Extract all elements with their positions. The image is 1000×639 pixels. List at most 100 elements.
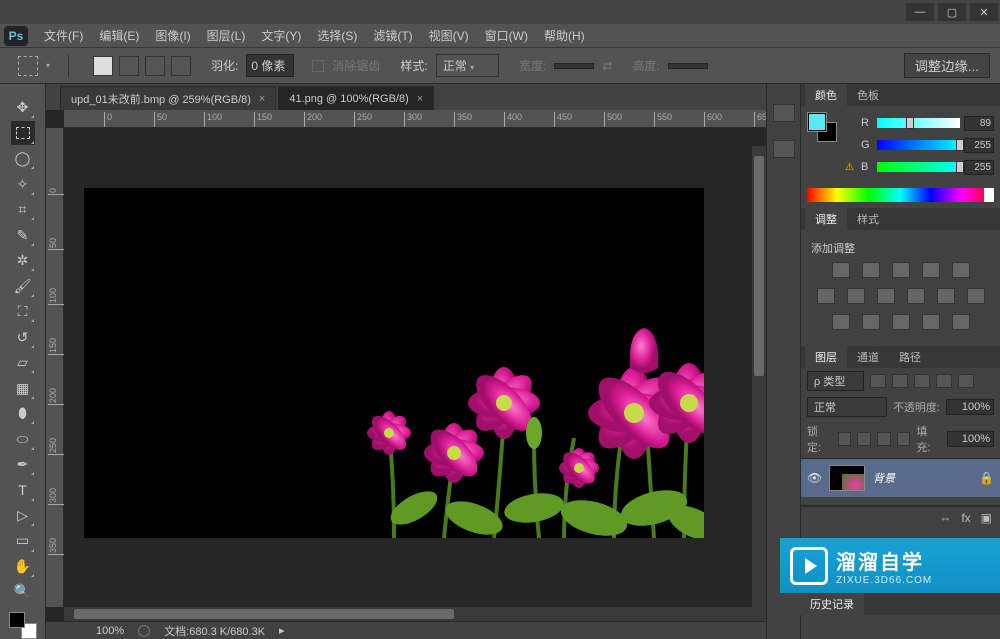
visibility-icon[interactable]: 👁 (807, 471, 821, 485)
adj-curves-icon[interactable] (892, 262, 910, 278)
filter-pixel-icon[interactable] (870, 374, 886, 388)
filter-shape-icon[interactable] (936, 374, 952, 388)
fill-value[interactable]: 100% (947, 431, 994, 447)
menu-file[interactable]: 文件(F) (36, 25, 91, 46)
foreground-swatch[interactable] (9, 612, 25, 628)
adj-threshold-icon[interactable] (892, 314, 910, 330)
adj-bw-icon[interactable] (877, 288, 895, 304)
menu-layer[interactable]: 图层(L) (199, 25, 254, 46)
adj-brightness-icon[interactable] (832, 262, 850, 278)
status-icon[interactable] (138, 625, 150, 637)
status-arrow-icon[interactable]: ▸ (279, 624, 285, 637)
ruler-vertical[interactable]: 0 50 100 150 200 250 300 350 (46, 128, 64, 607)
layer-thumbnail[interactable] (829, 465, 865, 491)
b-value[interactable]: 255 (964, 160, 994, 175)
tab-color[interactable]: 颜色 (805, 84, 847, 106)
hand-tool[interactable]: ✋ (11, 555, 35, 578)
filter-type-icon[interactable] (914, 374, 930, 388)
menu-edit[interactable]: 编辑(E) (91, 25, 147, 46)
close-button[interactable]: ✕ (970, 3, 998, 21)
r-slider[interactable] (877, 118, 960, 128)
zoom-tool[interactable]: 🔍 (11, 580, 35, 603)
g-slider[interactable] (877, 140, 960, 150)
link-layers-icon[interactable]: ⇔ (939, 511, 951, 525)
menu-view[interactable]: 视图(V) (421, 25, 477, 46)
move-tool[interactable]: ✥ (11, 96, 35, 119)
ruler-horizontal[interactable]: 0 50 100 150 200 250 300 350 400 450 500… (64, 110, 766, 128)
tab-styles[interactable]: 样式 (847, 208, 889, 230)
type-tool[interactable]: T (11, 478, 35, 501)
color-ramp[interactable] (807, 188, 994, 202)
adj-vibrance-icon[interactable] (952, 262, 970, 278)
blur-tool[interactable]: ⬮ (11, 402, 35, 425)
horizontal-scrollbar[interactable] (64, 607, 766, 621)
selection-intersect-button[interactable] (171, 56, 191, 76)
selection-add-button[interactable] (119, 56, 139, 76)
tab-layers[interactable]: 图层 (805, 346, 847, 368)
document-tab[interactable]: 41.png @ 100%(RGB/8) × (278, 86, 434, 110)
blend-mode-select[interactable]: 正常 (807, 397, 887, 417)
adj-balance-icon[interactable] (847, 288, 865, 304)
layer-item[interactable]: 👁 背景 🔒 (801, 459, 1000, 497)
filter-smart-icon[interactable] (958, 374, 974, 388)
collapsed-panel-icon[interactable] (773, 140, 795, 158)
maximize-button[interactable]: ▢ (938, 3, 966, 21)
selection-subtract-button[interactable] (145, 56, 165, 76)
adj-exposure-icon[interactable] (922, 262, 940, 278)
adj-channelmixer-icon[interactable] (937, 288, 955, 304)
adj-hue-icon[interactable] (817, 288, 835, 304)
pen-tool[interactable]: ✒ (11, 453, 35, 476)
vertical-scrollbar[interactable] (752, 146, 766, 607)
layer-name[interactable]: 背景 (873, 470, 971, 486)
zoom-level[interactable]: 100% (96, 625, 124, 637)
lasso-tool[interactable]: ◯ (11, 147, 35, 170)
document-tab[interactable]: upd_01未改前.bmp @ 259%(RGB/8) × (60, 86, 276, 110)
tab-adjustments[interactable]: 调整 (805, 208, 847, 230)
tab-history[interactable]: 历史记录 (800, 593, 864, 615)
menu-help[interactable]: 帮助(H) (536, 25, 593, 46)
adj-gradmap-icon[interactable] (922, 314, 940, 330)
lock-position-icon[interactable] (877, 432, 891, 446)
layer-fx-icon[interactable]: fx (961, 511, 970, 525)
close-tab-icon[interactable]: × (417, 93, 423, 105)
tab-paths[interactable]: 路径 (889, 346, 931, 368)
clone-stamp-tool[interactable]: ⛶ (11, 300, 35, 323)
menu-type[interactable]: 文字(Y) (253, 25, 309, 46)
lock-all-icon[interactable] (897, 432, 911, 446)
g-value[interactable]: 255 (964, 138, 994, 153)
gradient-tool[interactable]: ▦ (11, 376, 35, 399)
magic-wand-tool[interactable]: ✧ (11, 172, 35, 195)
menu-select[interactable]: 选择(S) (309, 25, 365, 46)
shape-tool[interactable]: ▭ (11, 529, 35, 552)
antialias-checkbox[interactable] (312, 60, 324, 72)
dodge-tool[interactable]: ⬭ (11, 427, 35, 450)
layer-filter-kind[interactable]: ρ 类型 (807, 371, 864, 391)
menu-filter[interactable]: 滤镜(T) (365, 25, 420, 46)
style-select[interactable]: 正常 ▾ (436, 54, 499, 77)
crop-tool[interactable]: ⌗ (11, 198, 35, 221)
selection-new-button[interactable] (93, 56, 113, 76)
r-value[interactable]: 89 (964, 116, 994, 131)
fg-color-swatch[interactable] (807, 112, 827, 132)
eyedropper-tool[interactable]: ✎ (11, 223, 35, 246)
color-swatch-pair[interactable] (807, 112, 837, 142)
feather-input[interactable]: 0 像素 (246, 54, 294, 77)
history-brush-tool[interactable]: ↺ (11, 325, 35, 348)
brush-tool[interactable]: 🖌 (11, 274, 35, 297)
marquee-tool[interactable] (11, 121, 35, 144)
adj-levels-icon[interactable] (862, 262, 880, 278)
menu-window[interactable]: 窗口(W) (477, 25, 536, 46)
canvas[interactable] (84, 188, 704, 538)
menu-image[interactable]: 图像(I) (147, 25, 198, 46)
gamut-warning-icon[interactable]: ⚠ (845, 162, 857, 173)
tab-swatches[interactable]: 色板 (847, 84, 889, 106)
healing-brush-tool[interactable]: ✲ (11, 249, 35, 272)
tool-dropdown-icon[interactable]: ▾ (46, 61, 54, 70)
refine-edge-button[interactable]: 调整边缘... (904, 53, 990, 78)
marquee-tool-icon[interactable] (18, 56, 38, 76)
collapsed-panel-icon[interactable] (773, 104, 795, 122)
layer-mask-icon[interactable]: ▣ (981, 511, 992, 525)
filter-adjust-icon[interactable] (892, 374, 908, 388)
eraser-tool[interactable]: ▱ (11, 351, 35, 374)
adj-colorlookup-icon[interactable] (967, 288, 985, 304)
